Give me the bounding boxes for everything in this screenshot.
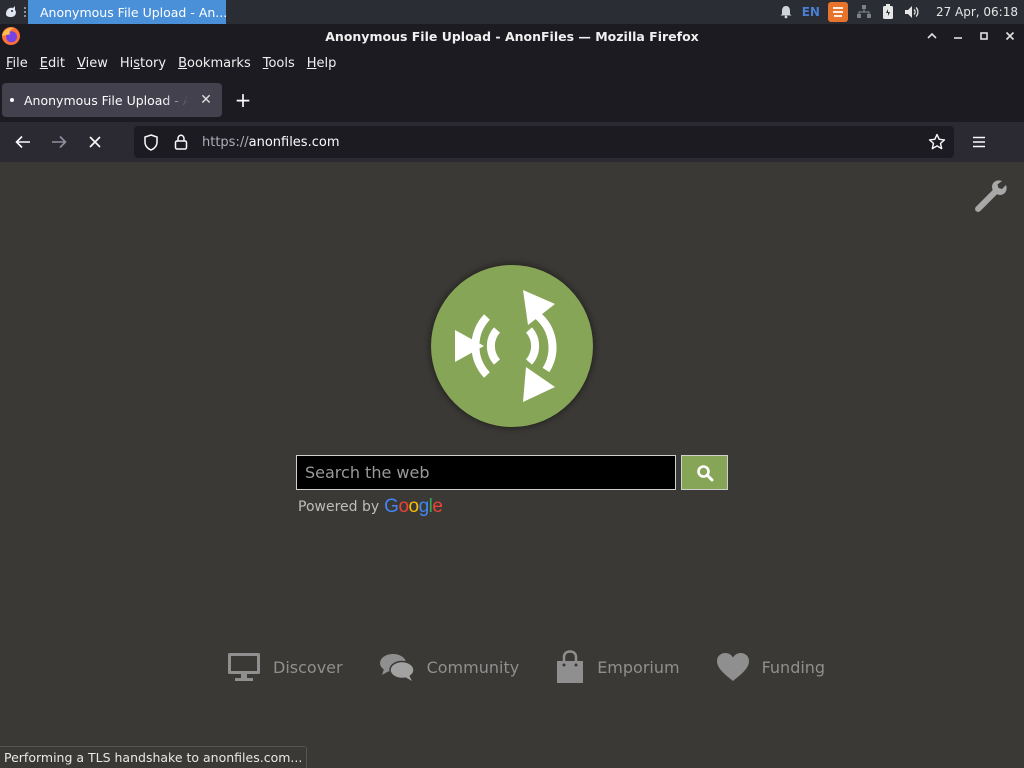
stop-loading-button[interactable] <box>78 126 112 158</box>
ubuntu-mate-logo <box>431 265 593 427</box>
funding-label: Funding <box>761 657 826 677</box>
minimize-button[interactable] <box>948 26 968 46</box>
emporium-label: Emporium <box>597 657 680 677</box>
discover-label: Discover <box>273 657 343 677</box>
maximize-button[interactable] <box>974 26 994 46</box>
community-link[interactable]: Community <box>379 652 520 682</box>
menu-bookmarks-rest: ookmarks <box>187 55 251 71</box>
powered-by-google: Powered by Google <box>298 496 443 518</box>
tab-strip: Anonymous File Upload - AnonFiles ✕ + <box>0 78 1024 122</box>
window-titlebar: Anonymous File Upload - AnonFiles — Mozi… <box>0 24 1024 48</box>
web-search-input[interactable] <box>296 455 676 490</box>
url-host: anonfiles.com <box>248 134 340 150</box>
page-content: Powered by Google Discover Community Emp… <box>0 162 1024 768</box>
search-form <box>296 455 728 490</box>
hamburger-menu-icon[interactable] <box>962 126 996 158</box>
footer-links: Discover Community Emporium Funding <box>227 650 825 684</box>
search-submit-button[interactable] <box>681 455 728 490</box>
google-logo: Google <box>384 496 443 518</box>
google-letter: o <box>398 496 409 517</box>
shopping-bag-icon <box>557 650 584 683</box>
tab-title: Anonymous File Upload - AnonFiles <box>24 92 188 108</box>
google-letter: e <box>432 496 443 517</box>
menu-edit-rest: dit <box>48 55 65 71</box>
lock-icon[interactable] <box>172 133 190 151</box>
clock[interactable]: 27 Apr, 06:18 <box>936 5 1018 19</box>
menu-edit-mnemonic: E <box>39 55 48 71</box>
menu-tools-rest: ools <box>268 55 295 71</box>
menu-tools[interactable]: Tools <box>263 56 301 71</box>
menu-view-rest: iew <box>85 55 108 71</box>
menu-help-mnemonic: H <box>306 55 317 71</box>
menu-bookmarks[interactable]: Bookmarks <box>178 56 257 71</box>
menu-bar: File Edit View History Bookmarks Tools H… <box>0 48 1024 78</box>
discover-link[interactable]: Discover <box>227 652 343 682</box>
forward-button[interactable] <box>42 126 76 158</box>
url-text: https://anonfiles.com <box>202 135 339 150</box>
volume-icon[interactable] <box>904 4 920 20</box>
window-title: Anonymous File Upload - AnonFiles — Mozi… <box>325 28 699 44</box>
system-taskbar: Anonymous File Upload - An... EN 27 Apr,… <box>0 0 1024 24</box>
emporium-link[interactable]: Emporium <box>555 650 680 684</box>
app-launcher-icon[interactable] <box>0 0 22 24</box>
menu-history[interactable]: History <box>120 56 172 71</box>
address-bar[interactable]: https://anonfiles.com <box>134 126 954 158</box>
status-bar: Performing a TLS handshake to anonfiles.… <box>0 746 308 768</box>
minimize-up-button[interactable] <box>922 26 942 46</box>
powered-by-label: Powered by <box>298 499 380 515</box>
community-label: Community <box>426 657 520 677</box>
google-letter: g <box>418 496 430 517</box>
navigation-toolbar: https://anonfiles.com <box>0 122 1024 162</box>
taskbar-task-title: Anonymous File Upload - An... <box>40 4 226 20</box>
menu-history-mnemonic: s <box>133 55 140 71</box>
heart-icon <box>716 653 749 681</box>
menu-bookmarks-mnemonic: B <box>178 55 188 71</box>
menu-file-rest: ile <box>12 55 28 71</box>
close-window-button[interactable] <box>1000 26 1020 46</box>
monitor-icon <box>228 653 260 681</box>
language-indicator[interactable]: EN <box>802 5 820 19</box>
menu-help[interactable]: Help <box>307 56 343 71</box>
new-tab-button[interactable]: + <box>228 85 258 115</box>
menu-edit[interactable]: Edit <box>40 56 71 71</box>
funding-link[interactable]: Funding <box>716 652 826 682</box>
menu-history-pre: Hi <box>119 55 134 71</box>
search-icon <box>696 464 713 481</box>
wrench-icon[interactable] <box>972 178 1008 214</box>
close-tab-icon[interactable]: ✕ <box>198 92 214 108</box>
tracking-protection-shield-icon[interactable] <box>142 133 160 151</box>
tab-anonfiles[interactable]: Anonymous File Upload - AnonFiles ✕ <box>2 83 222 117</box>
back-button[interactable] <box>6 126 40 158</box>
url-protocol: https:// <box>202 134 249 150</box>
battery-icon[interactable] <box>880 4 896 20</box>
menu-history-post: tory <box>140 55 167 71</box>
google-letter: o <box>408 496 420 517</box>
firefox-icon[interactable] <box>0 25 22 47</box>
menu-help-rest: elp <box>316 55 337 71</box>
bookmark-star-icon[interactable] <box>928 133 946 151</box>
menu-view-mnemonic: V <box>76 55 86 71</box>
chat-bubbles-icon <box>379 654 415 681</box>
menu-file[interactable]: File <box>6 56 34 71</box>
menu-view[interactable]: View <box>77 56 114 71</box>
loading-dot-icon <box>10 98 14 102</box>
network-icon[interactable] <box>856 4 872 20</box>
updates-icon[interactable] <box>827 2 848 22</box>
bell-icon[interactable] <box>778 4 794 20</box>
taskbar-firefox-task[interactable]: Anonymous File Upload - An... <box>28 0 226 24</box>
google-letter: G <box>384 496 399 517</box>
